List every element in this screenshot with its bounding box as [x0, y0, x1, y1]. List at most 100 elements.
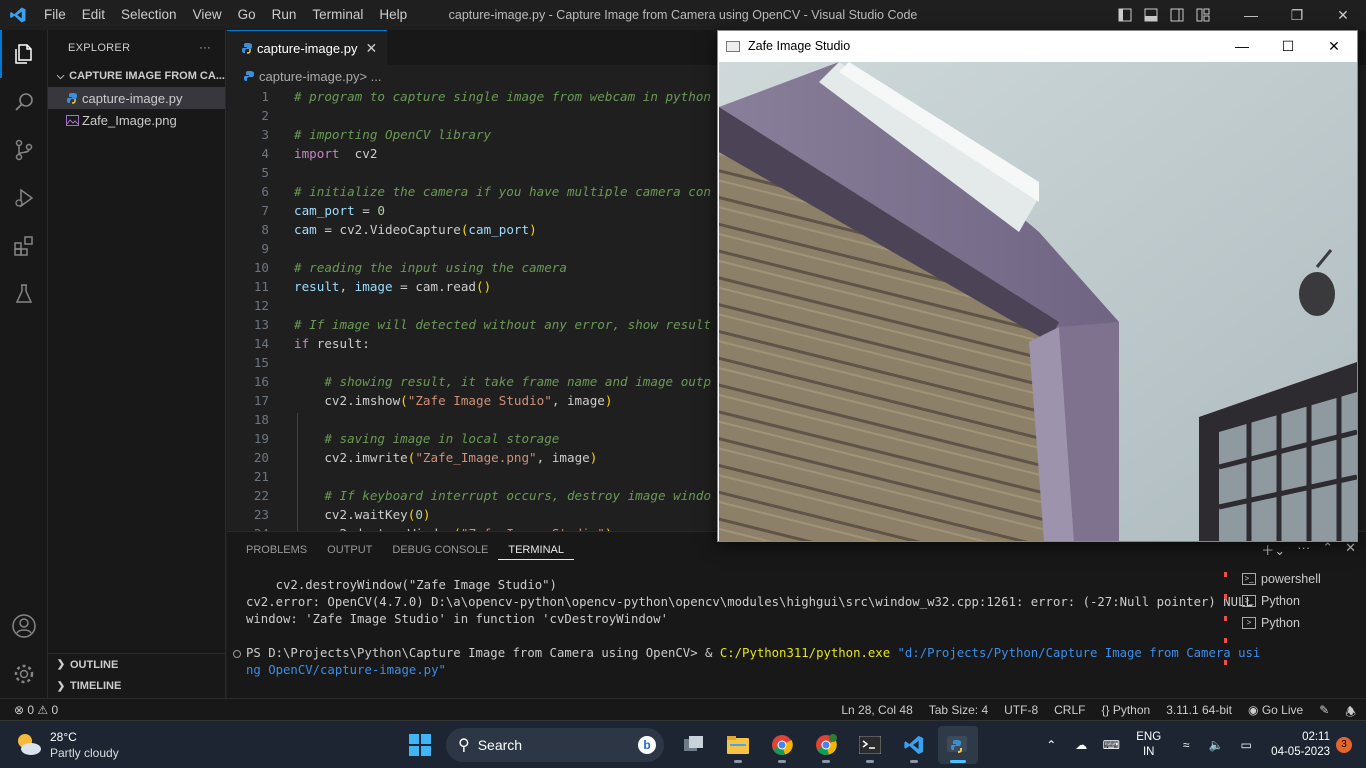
line-number: 22	[253, 488, 269, 503]
file-explorer-icon[interactable]	[718, 726, 758, 764]
menu-item-file[interactable]: File	[36, 0, 74, 30]
extensions-icon[interactable]	[0, 222, 48, 270]
menu-item-view[interactable]: View	[185, 0, 230, 30]
python-file-icon	[241, 70, 257, 82]
timeline-label: TIMELINE	[70, 680, 122, 692]
breadcrumb-file[interactable]: capture-image.py	[259, 69, 359, 84]
language-indicator[interactable]: ENG IN	[1136, 730, 1161, 760]
tab-terminal[interactable]: TERMINAL	[498, 532, 574, 560]
toggle-panel-icon[interactable]	[1138, 0, 1164, 30]
terminal-markers	[1224, 572, 1228, 682]
testing-flask-icon[interactable]	[0, 270, 48, 318]
problems-status[interactable]: ⊗ 0 ⚠ 0	[14, 703, 58, 717]
opencv-title-bar[interactable]: Zafe Image Studio — ☐ ✕	[718, 31, 1357, 61]
bottom-panel: PROBLEMS OUTPUT DEBUG CONSOLE TERMINAL ＋⌄ ·…	[227, 531, 1366, 698]
outline-section[interactable]: ❯ OUTLINE	[48, 653, 226, 675]
minimize-button[interactable]: —	[1228, 0, 1274, 30]
accounts-icon[interactable]	[0, 602, 48, 650]
system-tray: ⌃ ☁ ⌨ ENG IN ≈ 🔈 ▭ 02:11 04-05-2023 3	[1036, 721, 1366, 768]
settings-gear-icon[interactable]	[0, 650, 48, 698]
cv-maximize-button[interactable]: ☐	[1265, 31, 1311, 61]
terminal-item-python[interactable]: > Python	[1240, 612, 1366, 634]
maximize-panel-icon[interactable]: ⌃	[1322, 540, 1333, 559]
chrome-icon[interactable]	[762, 726, 802, 764]
restore-button[interactable]: ❐	[1274, 0, 1320, 30]
task-view-icon[interactable]	[674, 726, 714, 764]
file-item-zafe-image[interactable]: Zafe_Image.png	[48, 109, 225, 131]
line-content: # showing result, it take frame name and…	[324, 374, 712, 389]
menu-item-help[interactable]: Help	[371, 0, 415, 30]
new-terminal-icon[interactable]: ＋⌄	[1261, 540, 1285, 559]
workspace-folder[interactable]: ⌵ CAPTURE IMAGE FROM CA...	[48, 65, 225, 87]
line-number: 21	[253, 469, 269, 484]
weather-desc: Partly cloudy	[50, 746, 119, 760]
close-panel-icon[interactable]: ✕	[1345, 540, 1356, 559]
search-label: Search	[477, 737, 523, 753]
status-bar: ⊗ 0 ⚠ 0 Ln 28, Col 48 Tab Size: 4 UTF-8 …	[0, 698, 1366, 720]
chevron-right-icon: ❯	[56, 659, 66, 670]
volume-icon[interactable]: 🔈	[1201, 721, 1231, 768]
python-app-icon[interactable]	[938, 726, 978, 764]
search-icon: ⚲	[458, 737, 470, 754]
file-item-capture-image[interactable]: capture-image.py	[48, 87, 225, 109]
run-and-debug-icon[interactable]	[0, 174, 48, 222]
taskbar-search[interactable]: ⚲ Search b	[446, 728, 664, 762]
menu-item-terminal[interactable]: Terminal	[304, 0, 371, 30]
terminal-item-python[interactable]: >_ Python	[1240, 590, 1366, 612]
tab-capture-image[interactable]: capture-image.py ✕	[227, 30, 388, 65]
cv-minimize-button[interactable]: —	[1219, 31, 1265, 61]
close-button[interactable]: ✕	[1320, 0, 1366, 30]
source-control-icon[interactable]	[0, 126, 48, 174]
clock-time: 02:11	[1302, 731, 1330, 743]
toggle-primary-sidebar-icon[interactable]	[1112, 0, 1138, 30]
line-number: 23	[253, 507, 269, 522]
chrome-profile-icon[interactable]	[806, 726, 846, 764]
search-icon[interactable]	[0, 78, 48, 126]
command-decoration-icon[interactable]	[233, 650, 241, 658]
terminal-icon: >_	[1242, 573, 1256, 585]
breadcrumb-more[interactable]: > ...	[359, 69, 381, 84]
chevron-right-icon: ❯	[56, 680, 66, 692]
tab-label: capture-image.py	[257, 40, 358, 56]
line-content: # importing OpenCV library	[294, 127, 492, 142]
terminal-item-powershell[interactable]: >_ powershell	[1240, 568, 1366, 590]
menu-item-go[interactable]: Go	[230, 0, 264, 30]
menu-item-edit[interactable]: Edit	[74, 0, 113, 30]
chevron-down-icon: ⌵	[56, 70, 65, 82]
line-content: cam = cv2.VideoCapture(cam_port)	[294, 222, 537, 237]
partly-cloudy-icon	[18, 734, 41, 755]
menu-item-run[interactable]: Run	[264, 0, 305, 30]
image-file-icon	[64, 114, 80, 126]
customize-layout-icon[interactable]	[1190, 0, 1216, 30]
show-hidden-icons-chevron-up-icon[interactable]: ⌃	[1036, 721, 1066, 768]
start-button[interactable]	[400, 726, 440, 764]
close-tab-icon[interactable]: ✕	[365, 40, 377, 57]
tab-output[interactable]: OUTPUT	[317, 532, 382, 568]
explorer-more-button[interactable]: ···	[199, 42, 211, 54]
keyboard-icon[interactable]: ⌨	[1096, 721, 1126, 768]
terminal-app-icon[interactable]	[850, 726, 890, 764]
tab-debug-console[interactable]: DEBUG CONSOLE	[382, 532, 498, 568]
vscode-app-icon[interactable]	[894, 726, 934, 764]
terminal-list: >_ powershell >_ Python > Python	[1240, 568, 1366, 634]
title-bar: File Edit Selection View Go Run Terminal Help c…	[0, 0, 1366, 30]
battery-icon[interactable]: ▭	[1231, 721, 1261, 768]
taskbar-apps: ⚲ Search b	[400, 726, 978, 764]
menu-item-selection[interactable]: Selection	[113, 0, 185, 30]
toggle-secondary-sidebar-icon[interactable]	[1164, 0, 1190, 30]
more-actions-icon[interactable]: ···	[1297, 540, 1310, 559]
cloud-offline-icon[interactable]: ☁	[1066, 721, 1096, 768]
line-number: 7	[261, 203, 269, 218]
wifi-icon[interactable]: ≈	[1171, 721, 1201, 768]
line-content: if result:	[294, 336, 370, 351]
notification-badge[interactable]: 3	[1336, 737, 1352, 753]
tab-problems[interactable]: PROBLEMS	[236, 532, 317, 568]
timeline-section[interactable]: ❯ TIMELINE	[48, 675, 226, 697]
line-number: 14	[253, 336, 269, 351]
line-content: # If image will detected without any err…	[294, 317, 712, 332]
broadcast-icon: ◉	[1248, 703, 1262, 717]
weather-widget[interactable]: 28°C Partly cloudy	[14, 729, 119, 761]
clock[interactable]: 02:11 04-05-2023	[1271, 730, 1330, 760]
cv-close-button[interactable]: ✕	[1311, 31, 1357, 61]
explorer-icon[interactable]	[0, 30, 48, 78]
